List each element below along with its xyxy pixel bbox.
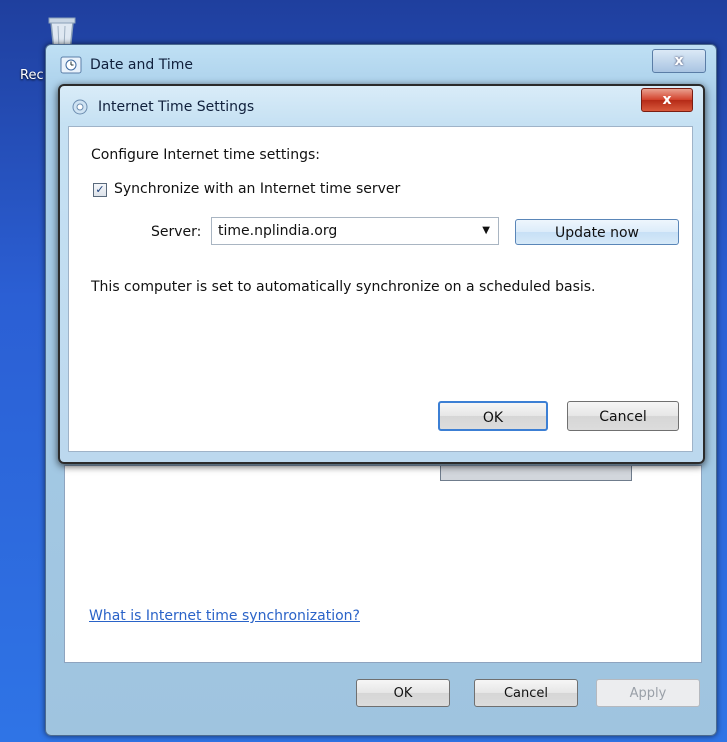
window-client-area: What is Internet time synchronization? <box>64 465 702 663</box>
sync-status-text: This computer is set to automatically sy… <box>91 279 596 295</box>
server-label: Server: <box>151 224 202 240</box>
dialog-cancel-button[interactable]: Cancel <box>567 401 679 431</box>
cancel-button[interactable]: Cancel <box>474 679 578 707</box>
dialog-client-area: Configure Internet time settings: ✓ Sync… <box>68 126 693 452</box>
chevron-down-icon[interactable]: ▼ <box>482 218 490 244</box>
dialog-ok-button[interactable]: OK <box>438 401 548 431</box>
sync-checkbox-label[interactable]: Synchronize with an Internet time server <box>114 181 400 197</box>
dialog-heading: Configure Internet time settings: <box>91 147 320 163</box>
close-button[interactable]: x <box>652 49 706 73</box>
server-value: time.nplindia.org <box>218 223 338 239</box>
ok-button[interactable]: OK <box>356 679 450 707</box>
dialog-close-button[interactable]: x <box>641 88 693 112</box>
server-dropdown[interactable]: time.nplindia.org ▼ <box>211 217 499 245</box>
sync-checkbox[interactable]: ✓ <box>93 183 107 197</box>
update-now-button[interactable]: Update now <box>515 219 679 245</box>
dialog-title: Internet Time Settings <box>98 99 255 115</box>
clock-icon <box>60 56 82 74</box>
internet-time-settings-dialog: Internet Time Settings x Configure Inter… <box>58 84 705 464</box>
hidden-change-settings-button <box>440 466 632 481</box>
window-title: Date and Time <box>90 57 193 73</box>
recycle-bin-label: Rec <box>20 68 44 83</box>
settings-icon <box>72 99 88 115</box>
apply-button: Apply <box>596 679 700 707</box>
internet-time-help-link[interactable]: What is Internet time synchronization? <box>89 608 360 624</box>
